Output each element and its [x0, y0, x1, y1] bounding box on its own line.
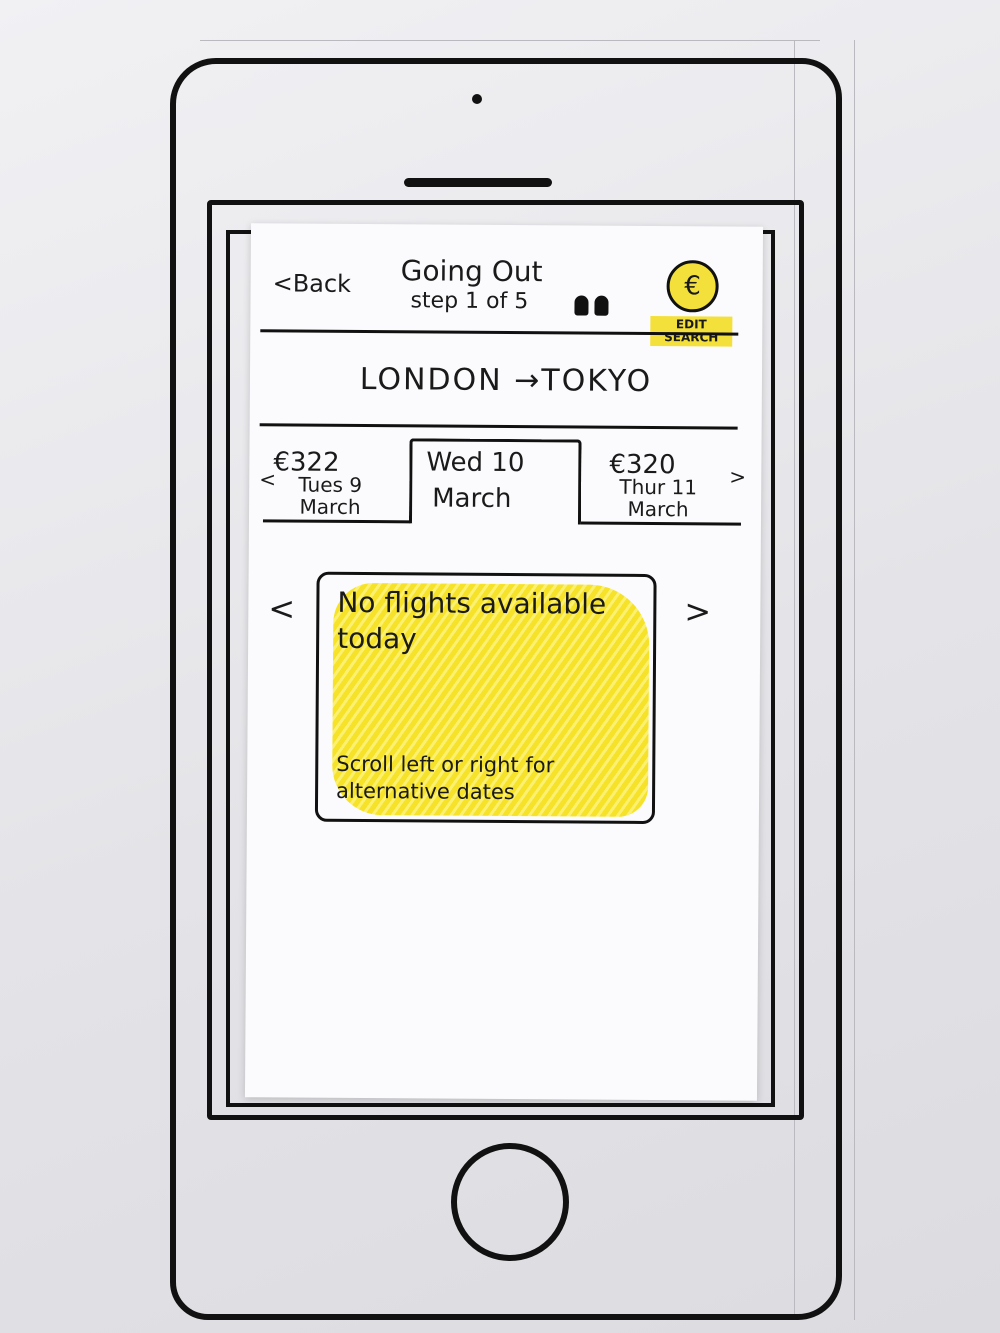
results-prev-chevron-icon[interactable]: <	[268, 589, 295, 627]
travellers-icon	[574, 293, 614, 316]
selected-date-line2: March	[432, 483, 512, 515]
speaker-bar	[404, 178, 552, 187]
guide-line	[200, 40, 820, 41]
euro-icon[interactable]: €	[666, 260, 719, 313]
home-button[interactable]	[451, 1143, 569, 1261]
route-divider	[259, 423, 738, 430]
selected-date-line1: Wed 10	[426, 447, 525, 479]
tab-next-date[interactable]: €320 > Thur 11 March	[580, 449, 746, 526]
app-screen: <Back Going Out step 1 of 5 € EDIT SEARC…	[244, 223, 764, 1101]
tab-previous-date[interactable]: €322 < Tues 9 March	[259, 447, 412, 524]
page-title: Going Out	[400, 254, 543, 289]
guide-line	[854, 40, 855, 1320]
chevron-right-icon[interactable]: >	[729, 465, 746, 489]
no-flights-message: No flights available today	[337, 585, 607, 656]
route-label: LONDON →TOKYO	[359, 361, 653, 400]
date-tabs: €322 < Tues 9 March Wed 10 March €320 > …	[259, 433, 746, 526]
alternative-dates-hint: Scroll left or right for alternative dat…	[336, 751, 555, 805]
currency-symbol: €	[684, 271, 701, 302]
step-indicator: step 1 of 5	[410, 288, 529, 315]
no-flights-card: No flights available today Scroll left o…	[314, 571, 657, 825]
results-next-chevron-icon[interactable]: >	[684, 592, 711, 630]
camera-dot	[472, 94, 482, 104]
tab-selected-date[interactable]: Wed 10 March	[408, 438, 582, 525]
next-date-label: Thur 11 March	[619, 474, 698, 522]
previous-date-label: Tues 9 March	[298, 472, 363, 519]
back-button[interactable]: <Back	[273, 269, 352, 298]
chevron-left-icon[interactable]: <	[259, 467, 276, 491]
